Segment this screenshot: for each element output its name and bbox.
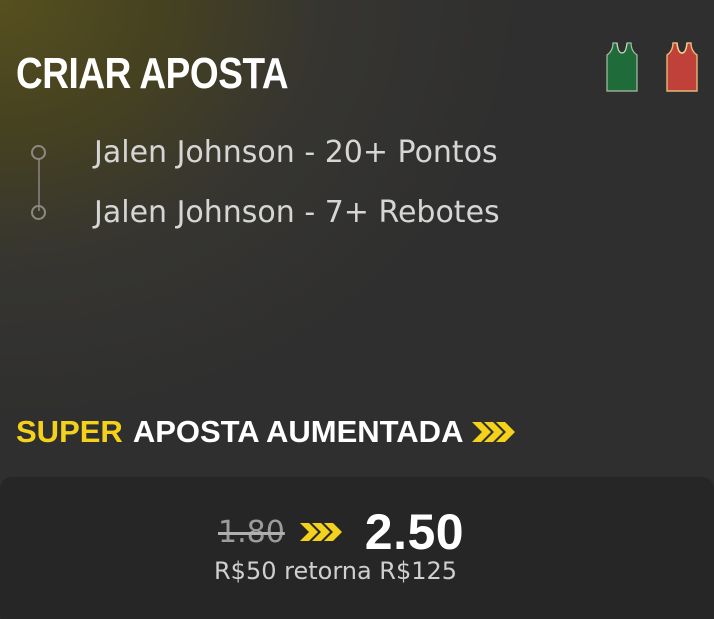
- boost-heading: SUPER APOSTA AUMENTADA: [16, 412, 517, 452]
- odds-row: 1.80 2.50: [218, 503, 464, 561]
- red-jersey-icon: [666, 42, 698, 92]
- original-odds: 1.80: [218, 514, 285, 550]
- boost-title: APOSTA AUMENTADA: [132, 414, 464, 449]
- list-item[interactable]: Jalen Johnson - 7+ Rebotes: [26, 182, 500, 242]
- triple-chevron-icon: [471, 420, 517, 444]
- list-item[interactable]: Jalen Johnson - 20+ Pontos: [26, 122, 498, 182]
- selection-label: Jalen Johnson - 7+ Rebotes: [94, 194, 500, 230]
- bet-builder-card[interactable]: CRIAR APOSTA Jalen Johnson - 20+ Pontos …: [0, 0, 714, 619]
- potential-returns: R$50 retorna R$125: [214, 557, 458, 585]
- circle-bullet-icon: [31, 144, 46, 160]
- circle-bullet-icon: [31, 204, 46, 220]
- selection-label: Jalen Johnson - 20+ Pontos: [94, 134, 498, 170]
- triple-chevron-icon: [299, 521, 343, 543]
- boosted-odds: 2.50: [364, 504, 465, 560]
- selection-list: Jalen Johnson - 20+ Pontos Jalen Johnson…: [26, 125, 626, 245]
- boost-highlight: SUPER: [16, 414, 123, 449]
- team-jerseys: [606, 42, 698, 92]
- page-title: CRIAR APOSTA: [16, 49, 289, 98]
- odds-panel[interactable]: 1.80 2.50 R$50 retorna R$125: [0, 477, 714, 619]
- green-jersey-icon: [606, 42, 638, 92]
